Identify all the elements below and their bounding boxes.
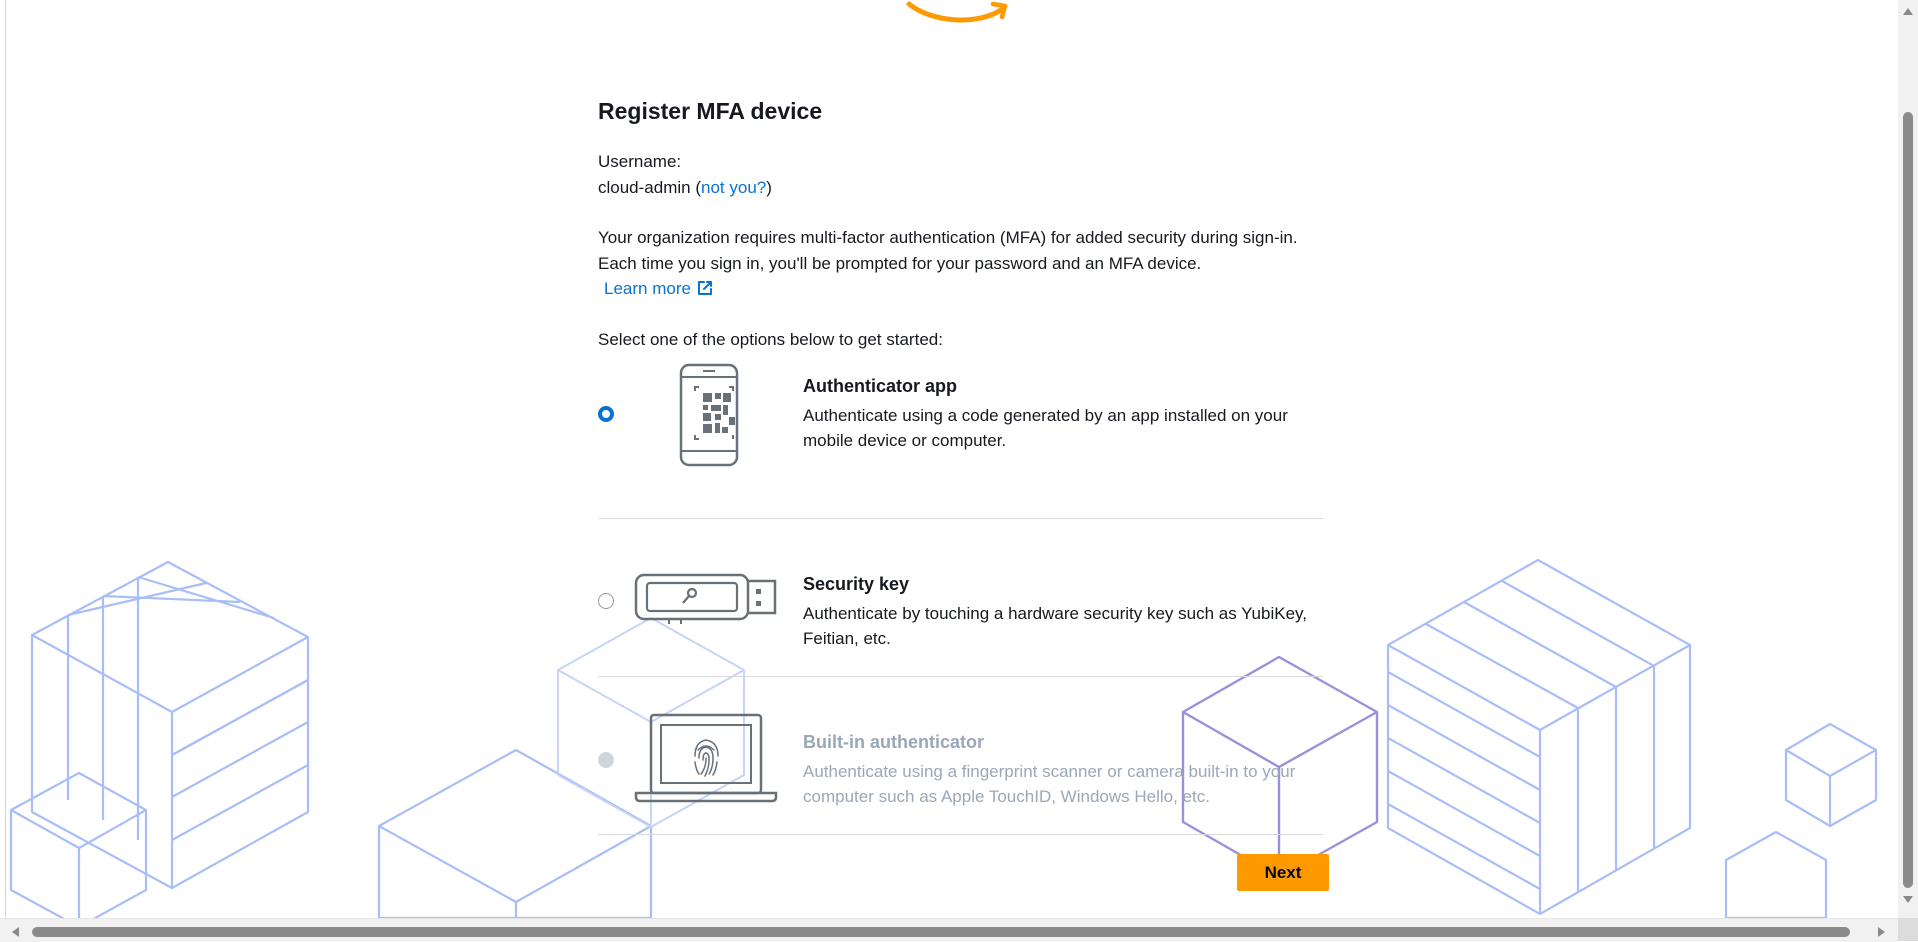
radio-built-in-authenticator <box>598 751 614 768</box>
external-link-icon <box>696 279 714 305</box>
scroll-right-icon[interactable] <box>1878 927 1885 937</box>
option-text: Built-in authenticator Authenticate usin… <box>803 729 1328 809</box>
scroll-up-icon[interactable] <box>1903 8 1913 15</box>
vertical-scroll-thumb[interactable] <box>1903 112 1913 888</box>
usb-key-icon <box>633 569 778 630</box>
option-description: Authenticate by touching a hardware secu… <box>803 603 1307 648</box>
mfa-form: Register MFA device Username: cloud-admi… <box>598 95 1333 835</box>
option-description: Authenticate using a code generated by a… <box>803 405 1288 450</box>
not-you-link[interactable]: not you? <box>701 178 766 197</box>
scroll-left-icon[interactable] <box>12 927 19 937</box>
mfa-description-block: Your organization requires multi-factor … <box>598 225 1323 305</box>
page-title: Register MFA device <box>598 98 823 124</box>
option-text: Authenticator app Authenticate using a c… <box>803 373 1328 453</box>
username-label: Username: <box>598 152 682 171</box>
scroll-down-icon[interactable] <box>1903 896 1913 903</box>
username-value: cloud-admin <box>598 178 691 197</box>
select-prompt: Select one of the options below to get s… <box>598 329 943 349</box>
vertical-scrollbar[interactable] <box>1898 0 1918 918</box>
logo-swoosh-icon <box>906 1 1008 23</box>
next-button[interactable]: Next <box>1237 854 1329 891</box>
option-authenticator-app[interactable]: Authenticator app Authenticate using a c… <box>598 361 1323 519</box>
option-title: Authenticator app <box>803 375 958 396</box>
option-text: Security key Authenticate by touching a … <box>803 571 1328 651</box>
username-line: cloud-admin (not you?) <box>598 175 1333 201</box>
option-security-key[interactable]: Security key Authenticate by touching a … <box>598 519 1323 677</box>
radio-security-key[interactable] <box>598 592 614 609</box>
option-description: Authenticate using a fingerprint scanner… <box>803 761 1296 806</box>
scrollbar-corner <box>1898 918 1918 941</box>
horizontal-scroll-thumb[interactable] <box>32 927 1850 937</box>
mfa-options: Authenticator app Authenticate using a c… <box>598 361 1333 835</box>
page-viewport: Register MFA device Username: cloud-admi… <box>5 0 1899 918</box>
option-title: Built-in authenticator <box>803 731 984 752</box>
phone-qr-icon <box>633 361 753 474</box>
username-block: Username: cloud-admin (not you?) <box>598 149 1333 201</box>
laptop-fingerprint-icon <box>633 712 778 809</box>
radio-authenticator-app[interactable] <box>598 405 614 422</box>
paren-close: ) <box>766 178 772 197</box>
option-title: Security key <box>803 573 910 594</box>
option-built-in-authenticator: Built-in authenticator Authenticate usin… <box>598 677 1323 835</box>
learn-more-label: Learn more <box>604 279 691 298</box>
learn-more-link[interactable]: Learn more <box>604 279 714 298</box>
horizontal-scrollbar[interactable] <box>0 918 1898 942</box>
mfa-description: Your organization requires multi-factor … <box>598 228 1298 273</box>
